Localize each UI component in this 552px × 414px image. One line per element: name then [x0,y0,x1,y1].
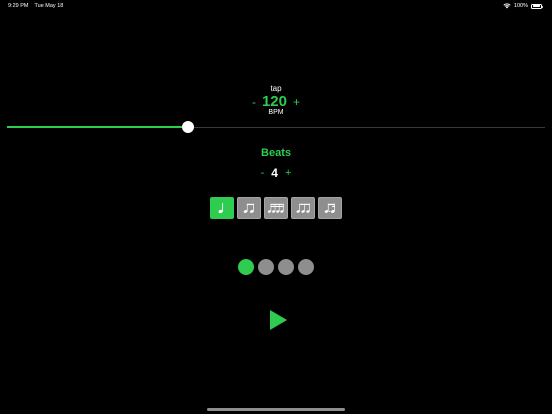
quarter-note-icon [218,203,224,214]
beats-control: - 4 + [0,166,552,180]
subdivision-sixteenth-button[interactable] [264,197,288,219]
wifi-icon [503,3,511,9]
beats-decrease-button[interactable]: - [261,167,265,179]
beats-title: Beats [261,147,291,159]
beat-dot [238,259,254,275]
beat-dot [298,259,314,275]
play-button[interactable] [267,309,289,331]
eighth-notes-icon [243,203,254,213]
subdivision-eighth-button[interactable] [237,197,261,219]
triplet-notes-icon [296,203,310,213]
battery-percent: 100% [513,3,528,9]
sixteenth-notes-icon [267,203,284,213]
tap-tempo-button[interactable]: tap [0,84,552,93]
status-bar: 9:29 PM Tue May 18 100% [0,0,552,12]
slider-fill [7,126,189,128]
tempo-control: - 120 + [0,93,552,110]
play-icon [270,310,287,330]
status-date: Tue May 18 [34,3,64,9]
status-right: 100% [503,3,543,9]
beat-dot [278,259,294,275]
battery-icon [531,3,543,9]
subdivision-selector [0,197,552,219]
slider-thumb[interactable] [182,121,195,133]
beat-dot [258,259,274,275]
beat-indicators [0,259,552,275]
beats-value: 4 [271,166,278,180]
status-left: 9:29 PM Tue May 18 [8,3,63,9]
subdivision-triplet-button[interactable] [291,197,315,219]
status-time: 9:29 PM [8,3,29,9]
subdivision-dotted-button[interactable] [318,197,342,219]
beats-increase-button[interactable]: + [285,167,291,179]
tempo-value: 120 [261,93,287,110]
bpm-unit-label: BPM [268,109,284,116]
home-indicator [207,408,345,411]
dotted-rhythm-notes-icon [324,203,335,213]
tempo-slider[interactable] [7,121,545,133]
tempo-increase-button[interactable]: + [293,95,300,109]
tempo-decrease-button[interactable]: - [252,95,256,109]
subdivision-quarter-button[interactable] [210,197,234,219]
